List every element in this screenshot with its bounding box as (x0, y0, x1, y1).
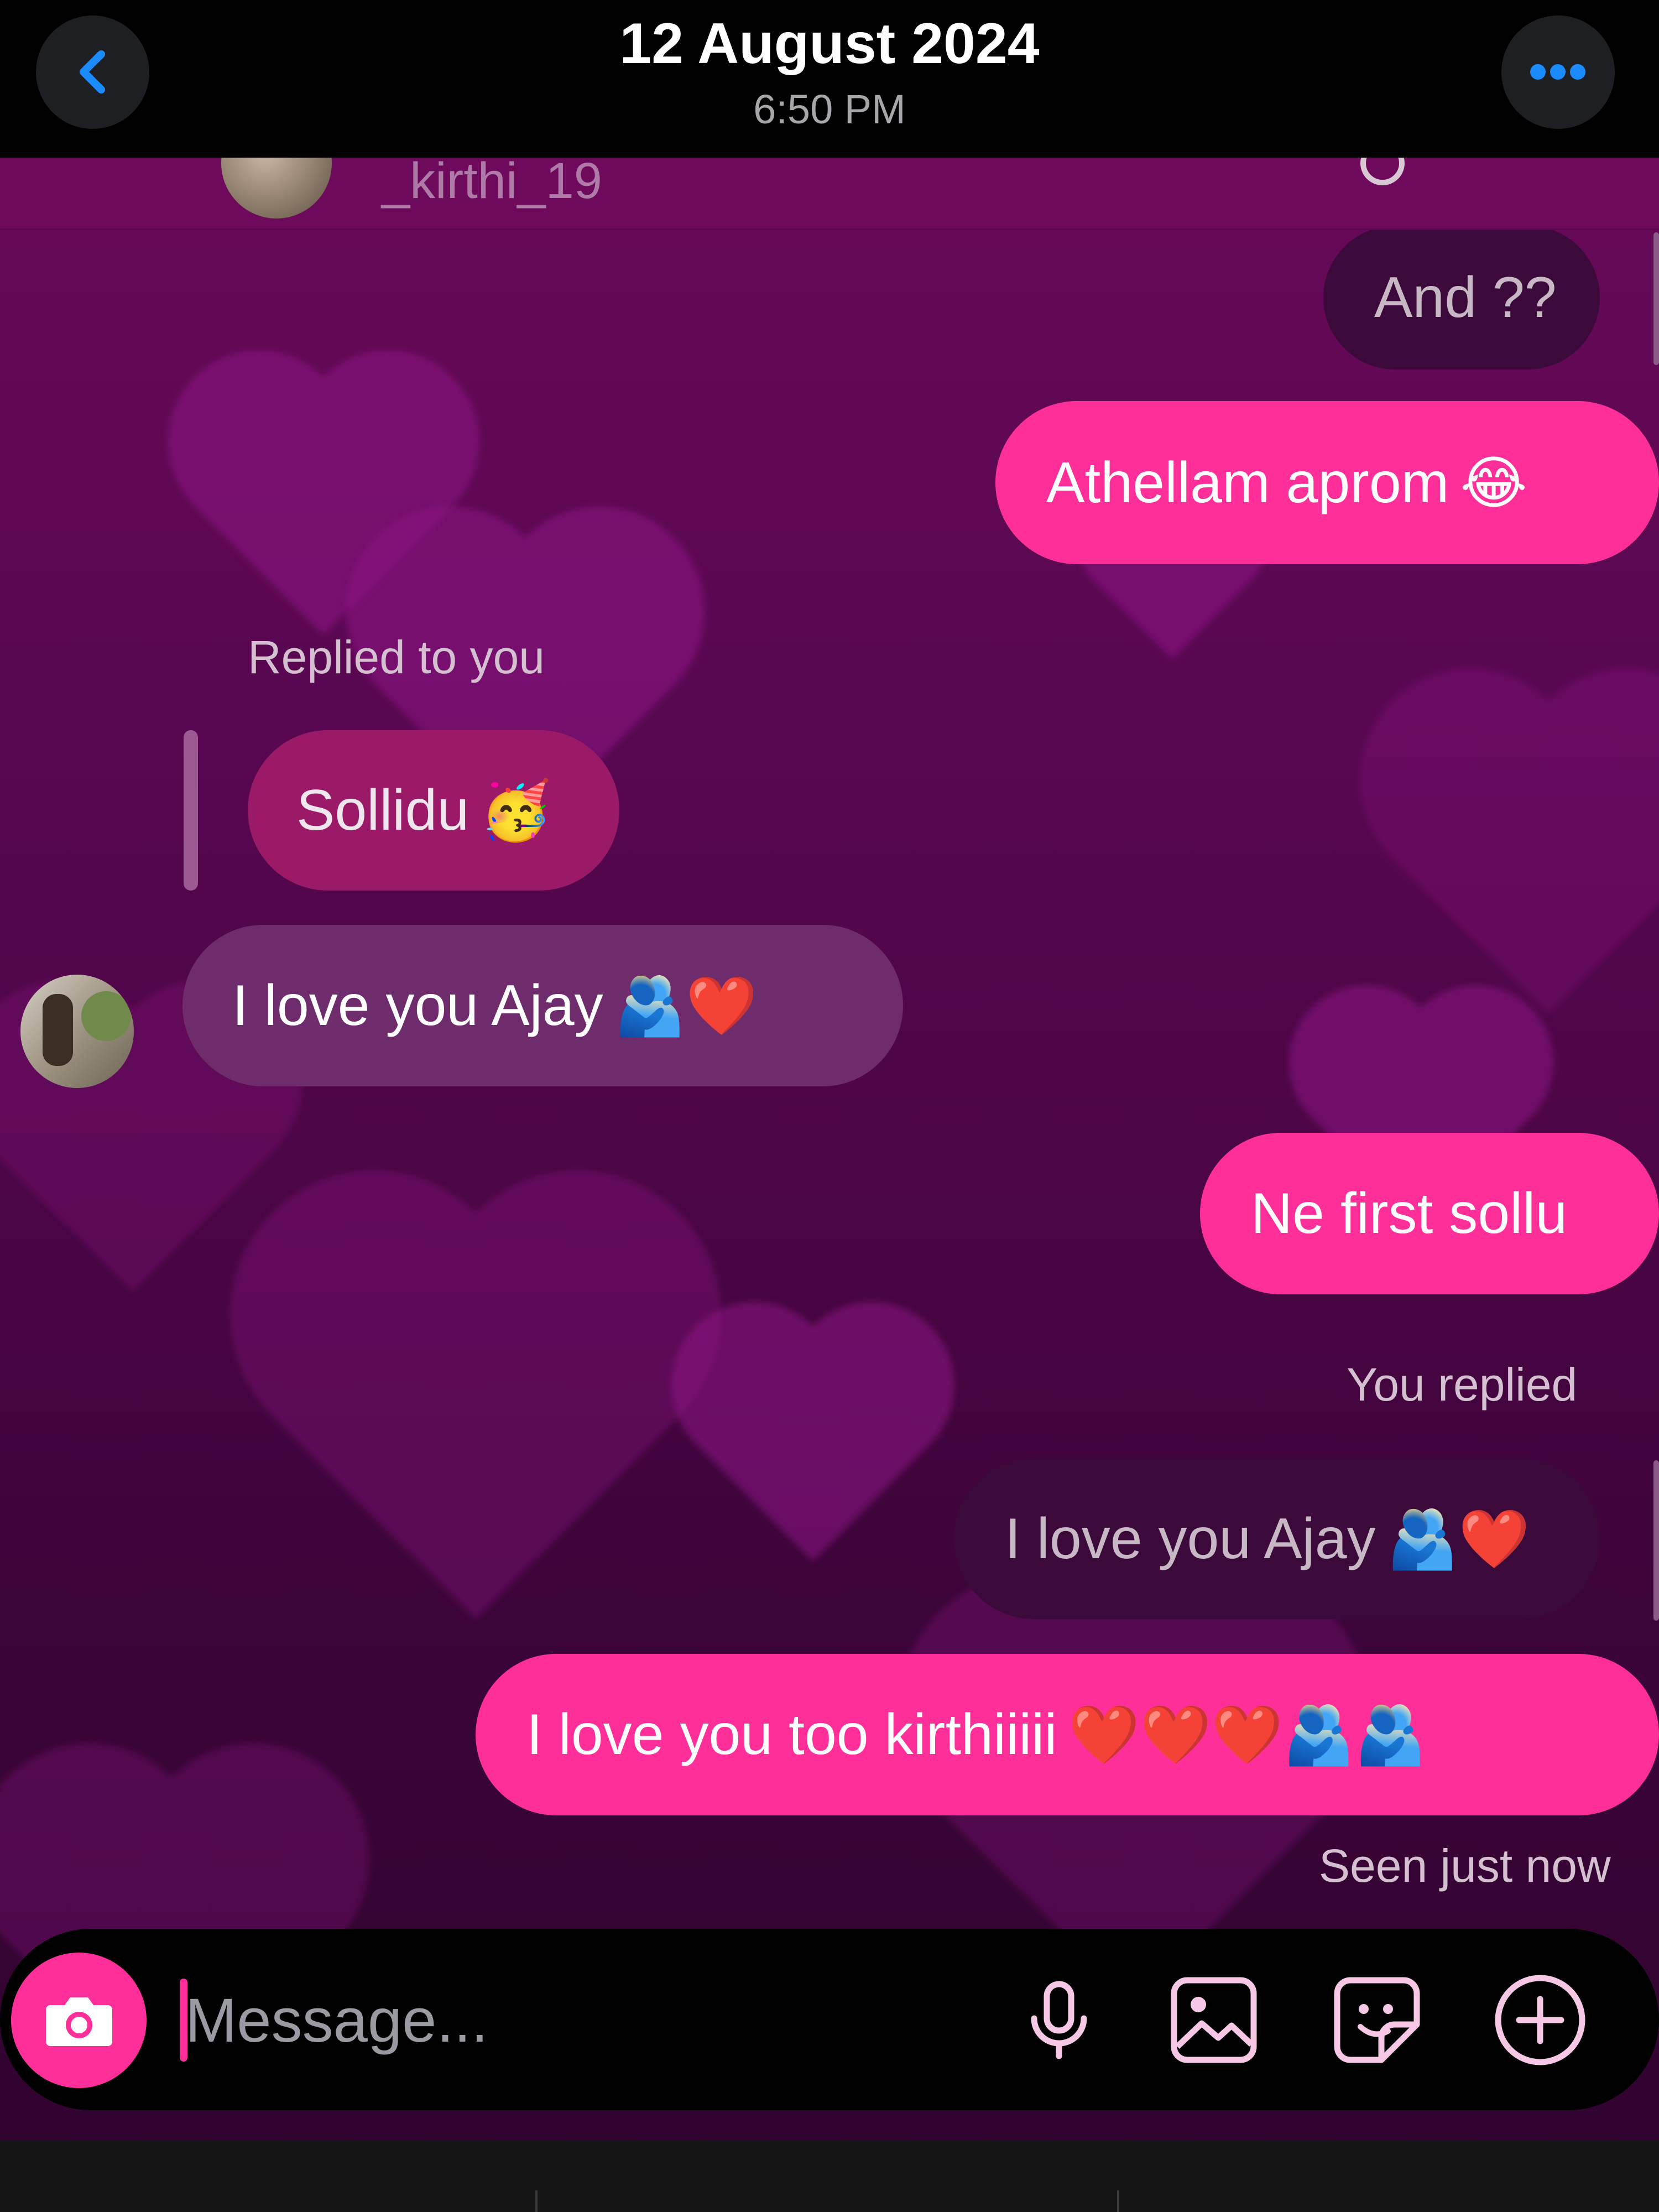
message-composer (0, 1929, 1659, 2110)
profile-strip[interactable]: _kirthi_19 (0, 158, 1659, 230)
message-input[interactable] (185, 1973, 959, 2067)
background-heart (272, 1212, 679, 1620)
message-text: I love you Ajay (1005, 1507, 1376, 1571)
camera-icon (40, 1982, 118, 2059)
hug-heart-emoji-icon: 🫂❤️ (614, 972, 758, 1039)
status-ring-icon (1360, 158, 1405, 185)
hearts-hug-emoji-icon: ❤️❤️❤️🫂🫂 (1068, 1701, 1426, 1768)
gallery-button[interactable] (1167, 1973, 1261, 2067)
scroll-indicator (1653, 1460, 1659, 1621)
reply-indicator-bar (184, 730, 198, 891)
message-bubble-quoted[interactable]: I love you Ajay 🫂❤️ (954, 1459, 1600, 1619)
microphone-icon (1018, 1979, 1100, 2062)
sender-avatar[interactable] (20, 975, 134, 1088)
more-options-button[interactable] (1501, 15, 1615, 129)
more-horizontal-icon (1501, 15, 1615, 129)
message-bubble-replied-to[interactable]: Sollidu 🥳 (248, 730, 619, 891)
toolbar-divider (1117, 2190, 1119, 2212)
date-header: 12 August 2024 6:50 PM (0, 0, 1659, 158)
image-icon (1170, 1976, 1258, 2064)
message-bubble-sent[interactable]: Ne first sollu (1200, 1133, 1659, 1294)
message-text: Athellam aprom (1046, 450, 1449, 515)
message-text: I love you too kirthiiiii (526, 1703, 1057, 1767)
scroll-indicator (1653, 232, 1659, 365)
hug-heart-emoji-icon: 🫂❤️ (1386, 1505, 1530, 1573)
message-text: Ne first sollu (1251, 1182, 1568, 1246)
sticker-icon (1333, 1976, 1421, 2064)
microphone-button[interactable] (1012, 1973, 1106, 2067)
plus-circle-icon (1494, 1974, 1587, 2067)
message-bubble-received-quoted[interactable]: And ?? (1323, 226, 1600, 369)
header-time: 6:50 PM (753, 86, 906, 132)
background-heart (1392, 701, 1659, 1014)
replied-to-you-label: Replied to you (248, 631, 545, 683)
message-text: Sollidu (296, 778, 469, 842)
camera-button[interactable] (11, 1953, 147, 2088)
toolbar-divider (535, 2190, 538, 2212)
message-text: I love you Ajay (232, 974, 603, 1038)
message-bubble-sent[interactable]: I love you too kirthiiiii ❤️❤️❤️🫂🫂 (476, 1654, 1659, 1815)
message-bubble-received[interactable]: I love you Ajay 🫂❤️ (182, 925, 903, 1086)
profile-avatar[interactable] (221, 158, 332, 218)
sticker-button[interactable] (1330, 1973, 1424, 2067)
profile-username: _kirthi_19 (382, 158, 602, 209)
bottom-toolbar (0, 2141, 1659, 2212)
laughing-emoji-icon: 😂 (1460, 449, 1527, 517)
message-bubble-sent[interactable]: Athellam aprom 😂 (995, 401, 1659, 564)
background-heart (695, 1326, 931, 1562)
more-attachments-button[interactable] (1493, 1973, 1587, 2067)
message-text: And ?? (1374, 266, 1557, 330)
you-replied-label: You replied (1347, 1359, 1578, 1411)
header-date: 12 August 2024 (619, 12, 1040, 76)
party-face-emoji-icon: 🥳 (480, 777, 552, 844)
seen-status: Seen just now (1319, 1840, 1611, 1892)
